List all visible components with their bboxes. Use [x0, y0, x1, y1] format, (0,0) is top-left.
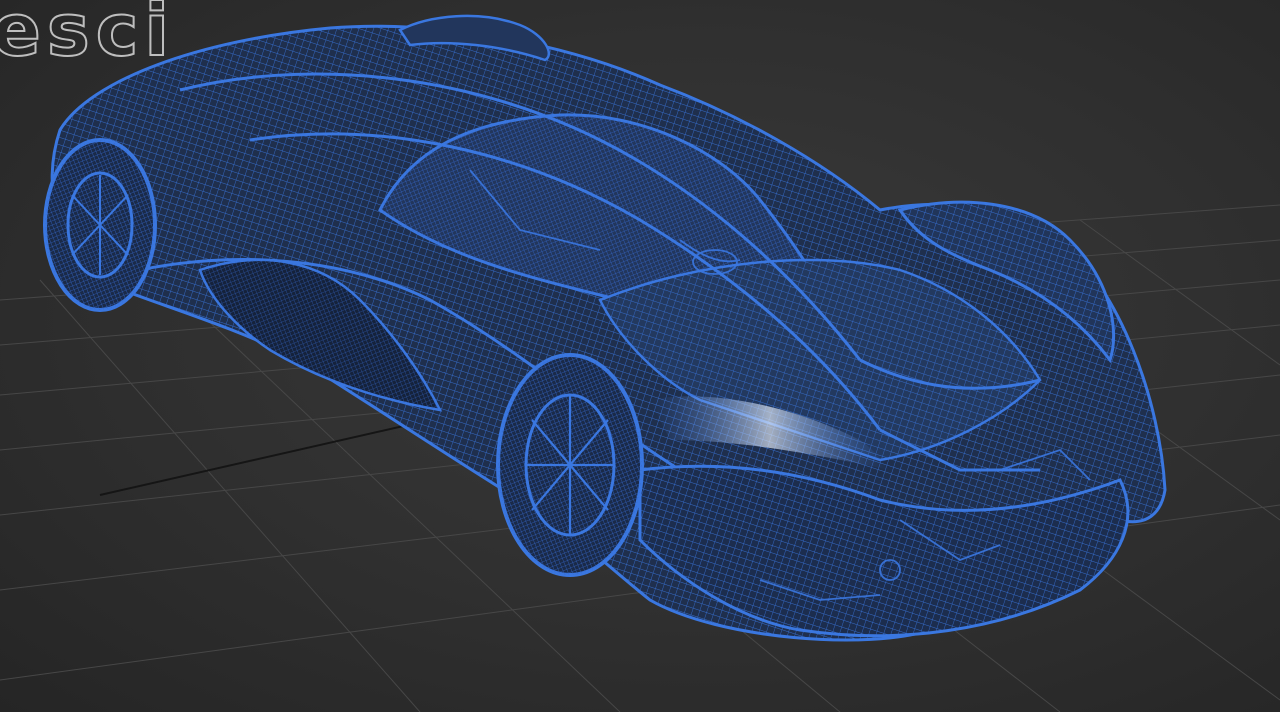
wireframe-car[interactable]	[0, 0, 1280, 712]
rear-wheel	[43, 138, 157, 312]
front-wheel	[496, 353, 644, 577]
perspective-viewport[interactable]: esci	[0, 0, 1280, 712]
